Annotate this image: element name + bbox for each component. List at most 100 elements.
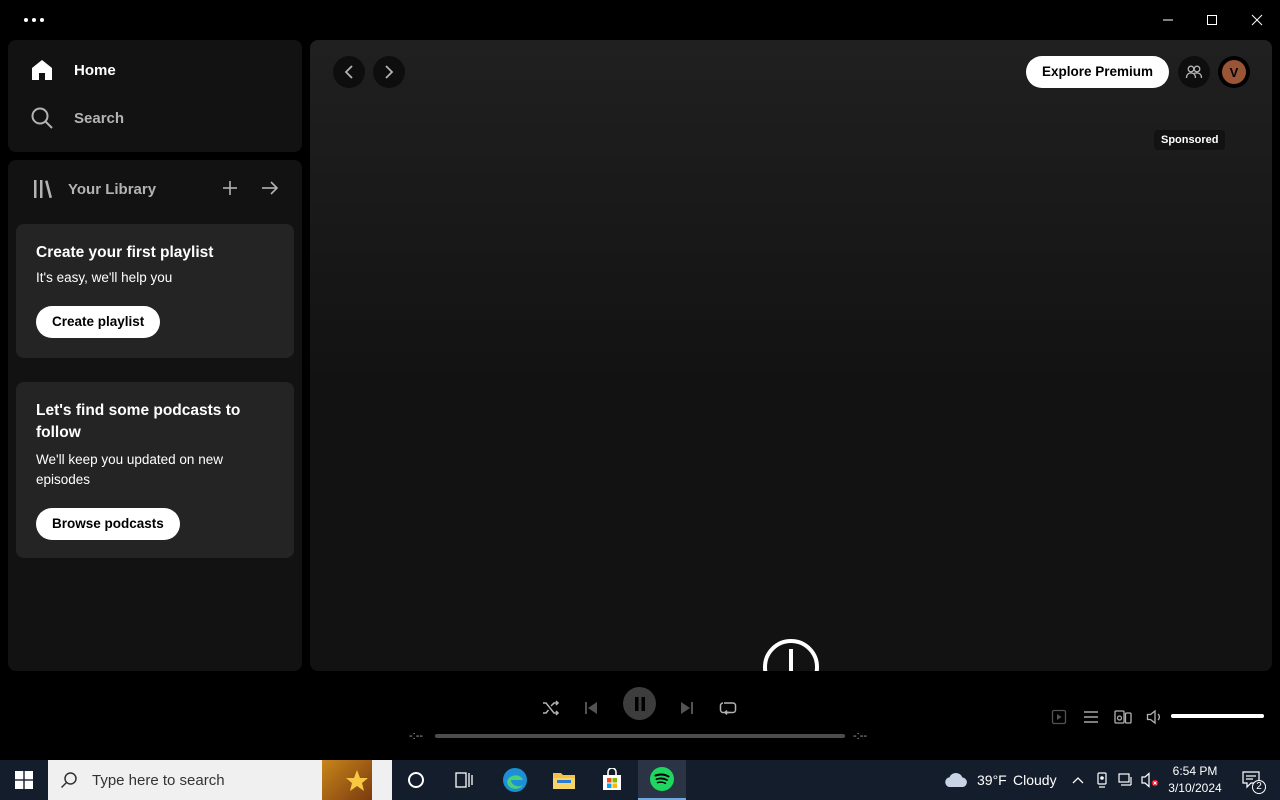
- elapsed-time: -:--: [409, 730, 424, 742]
- volume-muted-icon: [1141, 772, 1159, 788]
- edge-icon: [503, 768, 527, 792]
- start-button[interactable]: [0, 760, 48, 800]
- friends-icon: [1185, 65, 1203, 79]
- plus-icon: [223, 181, 237, 195]
- duration-time: -:--: [853, 730, 868, 742]
- meet-now-button[interactable]: [1092, 760, 1112, 800]
- mute-button[interactable]: [1143, 705, 1167, 729]
- pause-button[interactable]: [623, 687, 656, 720]
- store-icon: [603, 768, 621, 790]
- microsoft-store-taskbar-button[interactable]: [589, 760, 635, 800]
- minimize-button[interactable]: [1148, 4, 1188, 36]
- file-explorer-taskbar-button[interactable]: [541, 760, 587, 800]
- windows-taskbar: Type here to search 39°F Cloudy 6:54 PM …: [0, 760, 1280, 800]
- weather-description: Cloudy: [1013, 772, 1057, 788]
- card-subtitle: It's easy, we'll help you: [36, 270, 173, 285]
- card-title: Let's find some podcasts to follow: [36, 402, 241, 441]
- windows-logo-icon: [15, 771, 33, 789]
- taskbar-search-box[interactable]: Type here to search: [48, 760, 392, 800]
- skip-previous-icon: [585, 702, 597, 714]
- volume-icon: [1146, 709, 1160, 725]
- card-subtitle: We'll keep you updated on new episodes: [36, 452, 223, 487]
- search-highlight-image: [322, 760, 372, 800]
- cloud-icon: [945, 772, 967, 787]
- shuffle-button[interactable]: [535, 692, 567, 724]
- library-icon: [34, 180, 52, 199]
- nav-panel: Home Search: [8, 40, 302, 152]
- cortana-button[interactable]: [396, 760, 436, 800]
- minimize-icon: [1163, 19, 1173, 21]
- connect-device-icon: [1114, 710, 1132, 724]
- nav-search-label: Search: [74, 109, 125, 127]
- queue-button[interactable]: [1079, 705, 1103, 729]
- edge-taskbar-button[interactable]: [492, 760, 538, 800]
- forward-button[interactable]: [373, 56, 405, 88]
- home-icon: [32, 60, 52, 80]
- shuffle-icon: [543, 700, 560, 716]
- pause-icon: [634, 696, 645, 711]
- close-icon: [1251, 14, 1263, 26]
- repeat-icon: [719, 702, 737, 716]
- spotify-taskbar-button[interactable]: [638, 760, 686, 800]
- spotify-icon: [650, 767, 674, 791]
- taskbar-search-placeholder: Type here to search: [92, 771, 225, 789]
- nav-search[interactable]: Search: [30, 106, 124, 130]
- taskbar-clock[interactable]: 6:54 PM 3/10/2024: [1162, 763, 1228, 797]
- title-bar: [0, 0, 1280, 40]
- previous-button[interactable]: [575, 692, 607, 724]
- search-icon: [31, 107, 53, 129]
- player-bar: -:-- -:--: [0, 672, 1280, 760]
- nav-home-label: Home: [74, 61, 116, 79]
- library-toggle[interactable]: Your Library: [32, 178, 156, 200]
- network-icon: [1118, 773, 1132, 786]
- clock-date: 3/10/2024: [1168, 781, 1222, 795]
- maximize-icon: [1207, 15, 1217, 25]
- create-playlist-plus-button[interactable]: [218, 176, 242, 200]
- chevron-left-icon: [344, 65, 353, 79]
- explore-premium-button[interactable]: Explore Premium: [1026, 56, 1170, 88]
- connect-device-button[interactable]: [1111, 705, 1135, 729]
- arrow-right-icon: [262, 181, 279, 195]
- volume-fill: [1171, 714, 1264, 718]
- weather-widget[interactable]: [940, 760, 972, 800]
- folder-icon: [553, 773, 575, 789]
- card-title: Create your first playlist: [36, 244, 214, 261]
- user-avatar-button[interactable]: V: [1218, 56, 1250, 88]
- browse-podcasts-button[interactable]: Browse podcasts: [36, 508, 180, 540]
- library-panel: Your Library Create your first playlist …: [8, 160, 302, 671]
- banner-power-icon: [763, 639, 819, 671]
- now-playing-view-button[interactable]: [1047, 705, 1071, 729]
- back-button[interactable]: [333, 56, 365, 88]
- volume-slider[interactable]: [1171, 714, 1264, 718]
- app-menu-button[interactable]: [24, 12, 50, 28]
- nav-home[interactable]: Home: [30, 58, 116, 82]
- library-title: Your Library: [68, 180, 157, 198]
- chevron-up-icon: [1072, 777, 1084, 784]
- task-view-button[interactable]: [444, 760, 484, 800]
- progress-bar[interactable]: [435, 734, 845, 738]
- create-playlist-card: Create your first playlist It's easy, we…: [16, 224, 294, 358]
- search-icon: [60, 772, 77, 789]
- main-view: Explore Premium V Sponsored: [310, 40, 1272, 671]
- show-hidden-icons-button[interactable]: [1068, 760, 1088, 800]
- volume-tray-button[interactable]: [1140, 760, 1160, 800]
- queue-icon: [1084, 711, 1098, 723]
- close-button[interactable]: [1237, 4, 1277, 36]
- network-button[interactable]: [1116, 760, 1136, 800]
- friend-activity-button[interactable]: [1178, 56, 1210, 88]
- expand-library-button[interactable]: [258, 176, 282, 200]
- chevron-right-icon: [385, 65, 394, 79]
- notification-count-badge: 2: [1252, 780, 1266, 794]
- star-icon: [346, 770, 368, 791]
- repeat-button[interactable]: [712, 692, 744, 724]
- maximize-button[interactable]: [1192, 4, 1232, 36]
- action-center-button[interactable]: 2: [1234, 760, 1270, 800]
- now-playing-view-icon: [1051, 709, 1067, 725]
- avatar-initial: V: [1222, 60, 1246, 84]
- skip-next-icon: [681, 702, 693, 714]
- meet-now-icon: [1097, 772, 1107, 788]
- create-playlist-button[interactable]: Create playlist: [36, 306, 161, 338]
- podcasts-card: Let's find some podcasts to follow We'll…: [16, 382, 294, 558]
- weather-temperature: 39°F: [977, 772, 1007, 788]
- next-button[interactable]: [671, 692, 703, 724]
